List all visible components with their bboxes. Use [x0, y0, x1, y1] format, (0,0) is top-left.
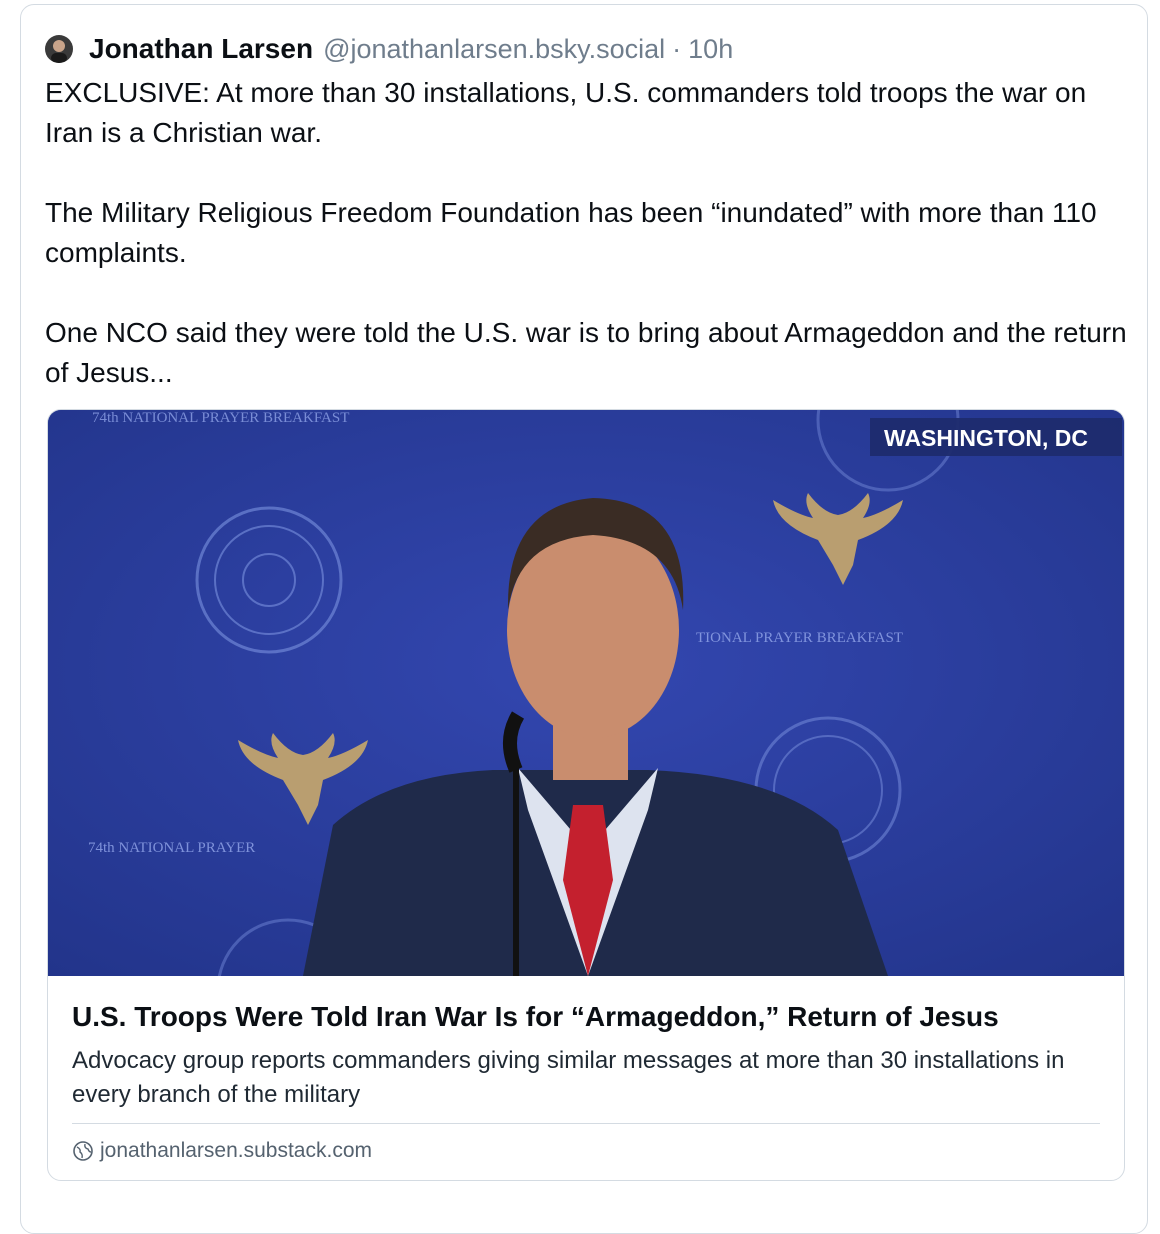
link-card-domain[interactable]: jonathanlarsen.substack.com: [72, 1136, 372, 1166]
link-card-title[interactable]: U.S. Troops Were Told Iran War Is for “A…: [72, 1000, 1102, 1034]
divider: [72, 1123, 1100, 1124]
location-overlay: WASHINGTON, DC: [884, 425, 1088, 451]
post-timestamp[interactable]: 10h: [688, 34, 733, 65]
author-display-name[interactable]: Jonathan Larsen: [89, 33, 313, 65]
post-card[interactable]: Jonathan Larsen @jonathanlarsen.bsky.soc…: [20, 4, 1148, 1234]
link-card-description: Advocacy group reports commanders giving…: [72, 1047, 1065, 1108]
post-body: EXCLUSIVE: At more than 30 installations…: [45, 73, 1135, 393]
avatar-photo-icon: [45, 35, 73, 63]
backdrop-text: TIONAL PRAYER BREAKFAST: [696, 630, 903, 646]
meta-separator: ·: [672, 33, 682, 64]
link-preview-card[interactable]: 74th NATIONAL PRAYER BREAKFAST TIONAL PR…: [47, 409, 1125, 1181]
post-paragraph: One NCO said they were told the U.S. war…: [45, 317, 1127, 388]
post-paragraph: The Military Religious Freedom Foundatio…: [45, 197, 1097, 268]
backdrop-text: 74th NATIONAL PRAYER: [88, 840, 255, 856]
link-card-domain-text: jonathanlarsen.substack.com: [100, 1139, 372, 1162]
avatar[interactable]: [45, 35, 73, 63]
post-header: Jonathan Larsen @jonathanlarsen.bsky.soc…: [45, 29, 733, 69]
post-paragraph: EXCLUSIVE: At more than 30 installations…: [45, 77, 1087, 148]
link-preview-image[interactable]: 74th NATIONAL PRAYER BREAKFAST TIONAL PR…: [48, 410, 1124, 976]
globe-icon: [73, 1141, 93, 1161]
backdrop-text: 74th NATIONAL PRAYER BREAKFAST: [92, 410, 349, 426]
author-handle[interactable]: @jonathanlarsen.bsky.social: [323, 34, 665, 65]
